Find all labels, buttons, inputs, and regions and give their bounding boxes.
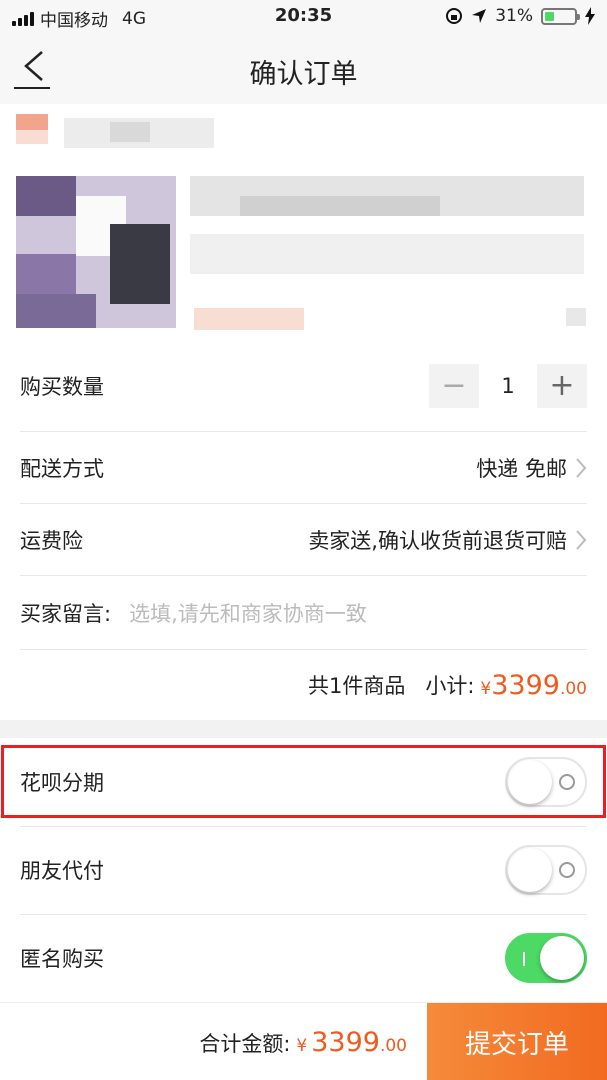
insurance-label: 运费险 bbox=[20, 528, 83, 553]
remark-row: 买家留言: 选填,请先和商家协商一致 bbox=[20, 576, 587, 650]
subtotal-label: 小计: bbox=[425, 674, 475, 698]
delivery-label: 配送方式 bbox=[20, 456, 104, 481]
total-label: 合计金额: bbox=[199, 1032, 291, 1056]
delivery-row[interactable]: 配送方式 快递 免邮 bbox=[20, 432, 587, 504]
option-friend-pay-label: 朋友代付 bbox=[20, 859, 104, 883]
location-icon bbox=[472, 9, 487, 23]
insurance-row[interactable]: 运费险 卖家送,确认收货前退货可赔 bbox=[20, 504, 587, 576]
option-anonymous: 匿名购买 bbox=[0, 914, 607, 1002]
quantity-value: 1 bbox=[501, 373, 515, 398]
delivery-value: 快递 免邮 bbox=[476, 456, 567, 481]
charging-icon bbox=[585, 7, 595, 25]
product-card[interactable] bbox=[0, 104, 607, 340]
delivery-value-wrap: 快递 免邮 bbox=[476, 453, 587, 483]
insurance-value-wrap: 卖家送,确认收货前退货可赔 bbox=[308, 525, 587, 555]
submit-order-button[interactable]: 提交订单 bbox=[427, 1003, 607, 1080]
quantity-row: 购买数量 − 1 + bbox=[20, 340, 587, 432]
subtotal-currency: ¥ bbox=[480, 678, 492, 699]
friend-pay-toggle[interactable] bbox=[505, 845, 587, 895]
quantity-label: 购买数量 bbox=[20, 374, 104, 399]
insurance-value: 卖家送,确认收货前退货可赔 bbox=[308, 528, 567, 553]
remark-input[interactable]: 选填,请先和商家协商一致 bbox=[129, 598, 367, 628]
total-currency: ¥ bbox=[296, 1036, 308, 1056]
nav-bar: 确认订单 bbox=[0, 34, 607, 104]
subtotal-row: 共1件商品 小计: ¥3399.00 bbox=[20, 650, 587, 720]
subtotal-decimals: .00 bbox=[559, 678, 587, 699]
remark-label: 买家留言: bbox=[20, 601, 112, 626]
product-image bbox=[16, 114, 586, 330]
quantity-plus-button[interactable]: + bbox=[537, 363, 587, 408]
order-details: 购买数量 − 1 + 配送方式 快递 免邮 运费险 卖家送,确认收货前退货可赔 … bbox=[0, 340, 607, 720]
bottom-bar: 合计金额: ¥3399.00 提交订单 bbox=[0, 1002, 607, 1080]
anonymous-toggle[interactable] bbox=[505, 933, 587, 983]
chevron-right-icon bbox=[576, 529, 587, 550]
subtotal-amount: 3399 bbox=[491, 669, 560, 701]
total-price: ¥3399.00 bbox=[296, 1027, 407, 1058]
option-anonymous-label: 匿名购买 bbox=[20, 947, 104, 971]
status-right: 31% bbox=[445, 6, 595, 26]
quantity-minus-button[interactable]: − bbox=[429, 363, 479, 408]
battery-percent: 31% bbox=[495, 6, 533, 26]
total-decimals: .00 bbox=[379, 1036, 407, 1056]
chevron-right-icon bbox=[576, 457, 587, 478]
total-value: 3399 bbox=[311, 1027, 380, 1058]
item-count: 共1件商品 bbox=[307, 674, 406, 698]
total-amount: 合计金额: ¥3399.00 bbox=[199, 1027, 407, 1058]
status-bar: 中国移动 4G 20:35 31% bbox=[0, 0, 607, 34]
highlight-box bbox=[1, 745, 606, 818]
subtotal-price: ¥3399.00 bbox=[480, 670, 587, 701]
option-friend-pay: 朋友代付 bbox=[0, 826, 607, 914]
rotation-lock-icon bbox=[446, 8, 463, 24]
battery-icon bbox=[541, 7, 580, 25]
page-title: 确认订单 bbox=[249, 59, 358, 90]
quantity-stepper: − 1 + bbox=[429, 363, 587, 408]
